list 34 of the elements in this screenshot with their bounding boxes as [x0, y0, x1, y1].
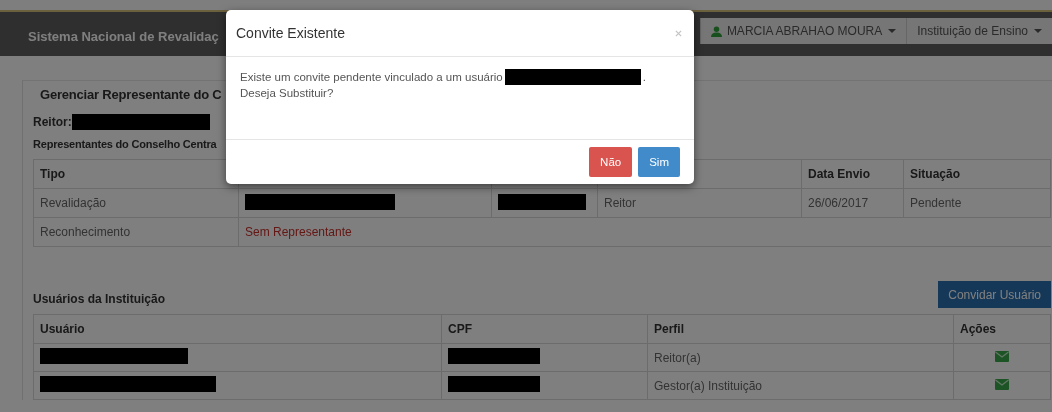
close-icon: [675, 29, 682, 37]
user-icon: [710, 25, 722, 37]
caret-icon: [888, 29, 897, 33]
site-title: Sistema Nacional de Revalidaç: [28, 29, 219, 44]
dialog-title: Convite Existente: [236, 25, 345, 41]
table-cell: Reitor: [597, 188, 802, 218]
column-header: Ações: [953, 314, 1051, 344]
envelope-icon[interactable]: [995, 350, 1009, 362]
section-title: Usuários da Instituição: [33, 292, 166, 306]
dialog-message: Existe um convite pendente vinculado a um usuário: [240, 70, 503, 85]
dialog-message: Deseja Substituir?: [240, 86, 335, 101]
column-header: CPF: [441, 314, 648, 344]
column-header: Usuário: [33, 314, 442, 344]
table-cell: Reitor(a): [647, 343, 954, 372]
table-cell: 26/06/2017: [801, 188, 904, 218]
column-header: Data Envio: [801, 159, 904, 189]
envelope-icon[interactable]: [995, 378, 1009, 390]
reitor-label: Reitor:: [33, 115, 72, 129]
caret-icon: [1034, 29, 1042, 33]
user-menu[interactable]: MARCIA ABRAHAO MOURA: [699, 18, 907, 44]
no-button[interactable]: Não: [589, 147, 633, 177]
close-button[interactable]: [675, 29, 682, 37]
column-header: Situação: [903, 159, 1051, 189]
table-cell: Reconhecimento: [33, 217, 239, 247]
panel-title: Gerenciar Representante do C: [40, 87, 222, 102]
yes-button[interactable]: Sim: [638, 147, 680, 177]
role-menu[interactable]: Instituição de Ensino: [906, 18, 1052, 44]
invite-user-button[interactable]: Convidar Usuário: [938, 281, 1051, 308]
column-header: Perfil: [647, 314, 954, 344]
table-cell: Pendente: [903, 188, 1051, 218]
table-cell: Gestor(a) Instituição: [647, 371, 954, 400]
table-cell: Revalidação: [33, 188, 239, 218]
section-title: Representantes do Conselho Centra: [33, 138, 218, 150]
dialog-message: .: [642, 70, 646, 85]
